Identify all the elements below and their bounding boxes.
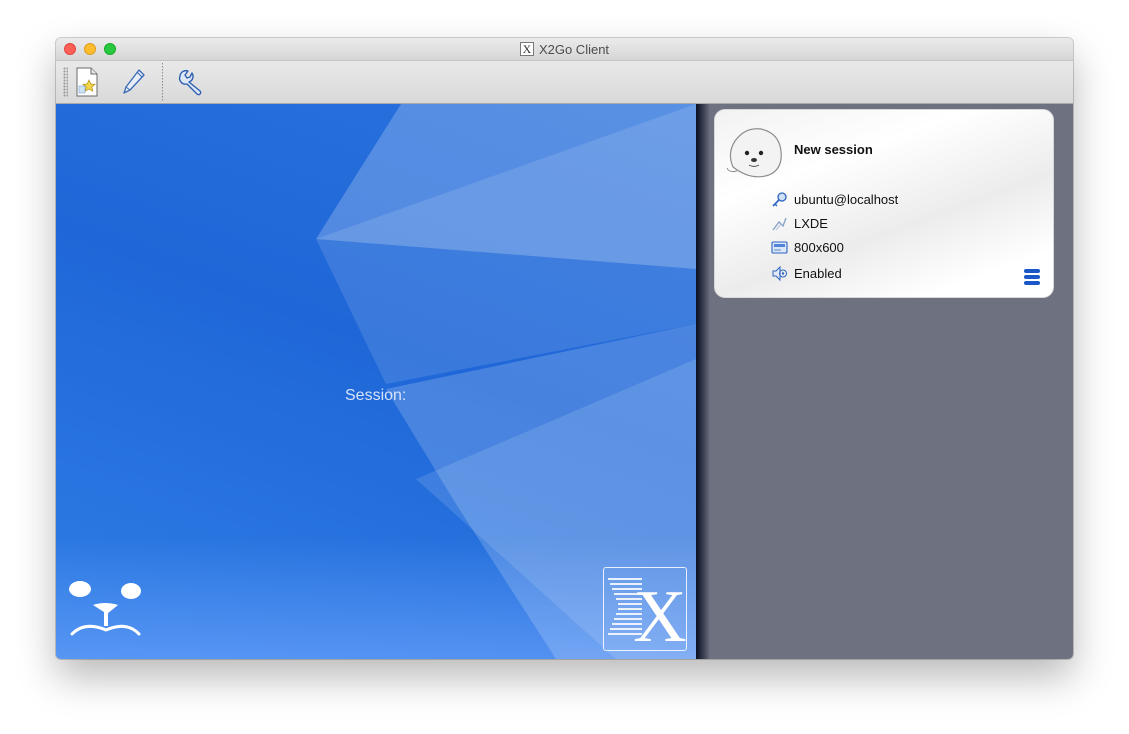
desktop-environment-icon: [771, 215, 788, 232]
wrench-icon: [178, 69, 202, 96]
session-list-pane: New session ubuntu@localhost LXDE 800x60…: [710, 104, 1073, 659]
session-login-pane: Session: X: [56, 104, 696, 659]
x2go-mascot-logo: [69, 579, 143, 646]
speaker-icon: [771, 265, 788, 282]
session-user-host: ubuntu@localhost: [794, 192, 899, 207]
key-icon: [771, 191, 788, 208]
preferences-button[interactable]: [173, 65, 207, 99]
pencil-icon: [123, 69, 145, 94]
toolbar: [56, 61, 1073, 104]
session-resolution: 800x600: [794, 240, 844, 255]
app-window: X X2Go Client Session: X New session ubu…: [56, 38, 1073, 659]
session-resolution-row: 800x600: [771, 239, 844, 256]
session-label: Session:: [345, 387, 407, 404]
new-session-icon: [76, 67, 98, 97]
window-title: X2Go Client: [538, 41, 610, 57]
session-card[interactable]: New session ubuntu@localhost LXDE 800x60…: [714, 109, 1054, 298]
x2go-x-logo: X: [603, 567, 687, 651]
session-menu-button[interactable]: [1024, 269, 1041, 286]
session-type: LXDE: [794, 216, 828, 231]
title-bar[interactable]: X X2Go Client: [56, 38, 1073, 61]
new-session-button[interactable]: [70, 65, 104, 99]
session-user-host-row: ubuntu@localhost: [771, 191, 898, 208]
toolbar-grip-handle[interactable]: [63, 67, 68, 97]
display-icon: [771, 239, 788, 256]
x2go-app-icon: X: [519, 42, 534, 56]
session-name: New session: [794, 142, 873, 157]
pane-splitter[interactable]: [696, 104, 710, 659]
toolbar-separator: [162, 63, 163, 101]
edit-session-button[interactable]: [117, 65, 151, 99]
svg-text:X: X: [633, 576, 686, 650]
session-sound: Enabled: [794, 266, 842, 281]
background-rays: [316, 104, 696, 659]
window-title-group: X X2Go Client: [56, 38, 1073, 60]
session-sound-row: Enabled: [771, 265, 842, 282]
seal-avatar-icon: [726, 128, 782, 178]
session-type-row: LXDE: [771, 215, 828, 232]
